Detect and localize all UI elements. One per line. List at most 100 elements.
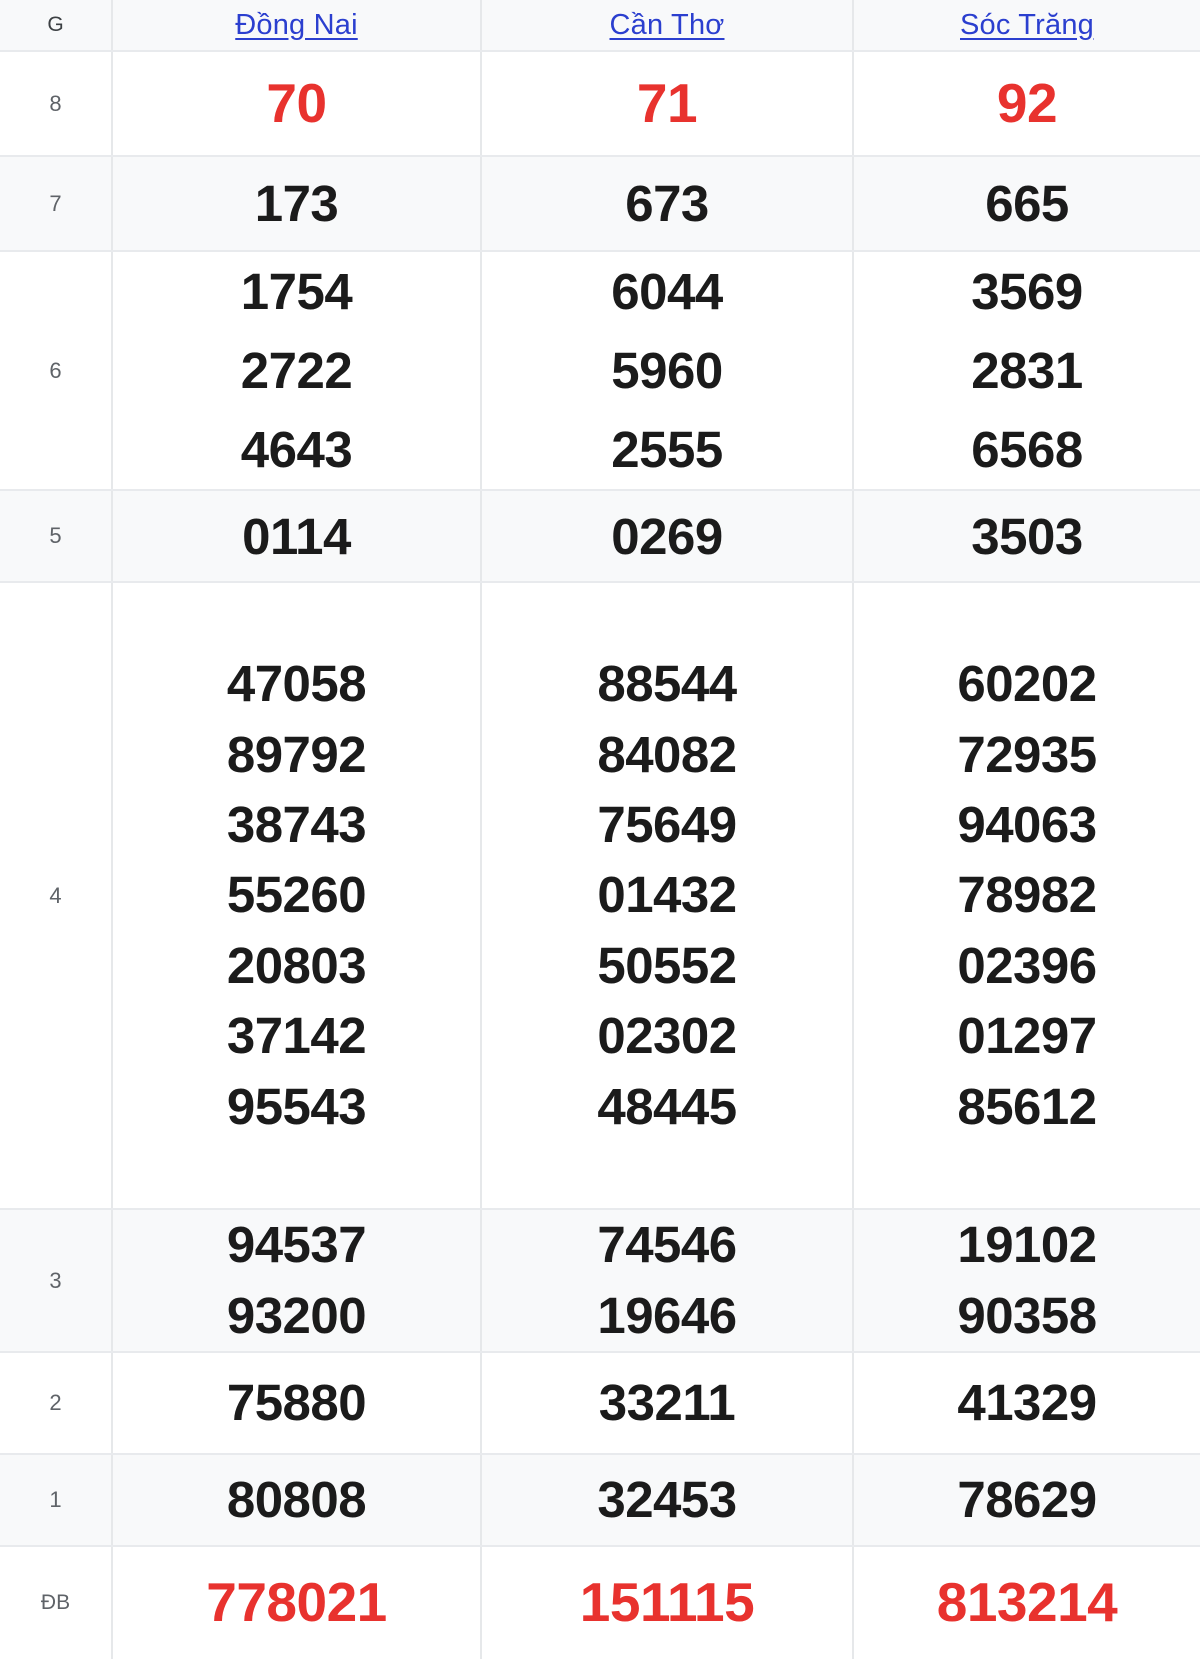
lottery-number: 3503 (971, 507, 1083, 565)
lottery-number: 47058 (226, 655, 367, 713)
result-cell: 88544 84082 75649 01432 50552 02302 48445 (481, 582, 854, 1211)
number-stack: 41329 (854, 1376, 1200, 1429)
number-stack: 151115 (482, 1574, 852, 1631)
result-cell: 74546 19646 (481, 1209, 854, 1353)
number-stack: 75880 (113, 1376, 480, 1429)
prize-label-ĐB: ĐB (0, 1545, 113, 1659)
province-link-soc-trang[interactable]: Sóc Trăng (960, 9, 1094, 42)
lottery-number: 5960 (611, 342, 723, 400)
result-cell: 92 (853, 51, 1200, 157)
result-cell: 94537 93200 (112, 1209, 482, 1353)
table-body: 8 70 71 92 7 173 673 665 6 1754 2722 4643 6044 5960 25… (0, 51, 1200, 1659)
lottery-number: 41329 (957, 1374, 1097, 1432)
prize-column-header: G (0, 0, 113, 52)
result-cell: 665 (853, 156, 1200, 252)
table-row: 6 1754 2722 4643 6044 5960 2555 3569 2831 6568 (0, 251, 1200, 492)
lottery-number: 55260 (226, 866, 367, 924)
lottery-number: 6568 (971, 421, 1083, 479)
result-cell: 813214 (853, 1546, 1200, 1659)
number-stack: 70 (113, 71, 480, 134)
province-link-can-tho[interactable]: Cần Thơ (610, 9, 725, 42)
lottery-number: 78982 (957, 866, 1097, 924)
result-cell: 41329 (853, 1351, 1200, 1455)
table-row: ĐB 778021 151115 813214 (0, 1545, 1200, 1659)
lottery-number: 151115 (579, 1571, 755, 1634)
lottery-number: 33211 (598, 1374, 736, 1432)
prize-label-7: 7 (0, 156, 113, 252)
lottery-number: 02302 (597, 1007, 737, 1065)
table-row: 3 94537 93200 74546 19646 19102 90358 (0, 1209, 1200, 1353)
lottery-number: 0114 (242, 507, 351, 565)
number-stack: 94537 93200 (113, 1210, 480, 1351)
lottery-number: 89792 (226, 725, 367, 783)
result-cell: 673 (481, 156, 854, 252)
result-cell: 71 (481, 51, 854, 157)
result-cell: 3503 (853, 490, 1200, 584)
result-cell: 32453 (481, 1453, 854, 1547)
lottery-number: 813214 (936, 1571, 1118, 1634)
result-cell: 19102 90358 (853, 1209, 1200, 1353)
province-header-2: Sóc Trăng (853, 0, 1200, 52)
number-stack: 1754 2722 4643 (113, 252, 480, 489)
lottery-number: 19102 (957, 1216, 1097, 1274)
number-stack: 47058 89792 38743 55260 20803 37142 95543 (113, 649, 480, 1142)
lottery-number: 71 (636, 71, 698, 134)
number-stack: 173 (113, 177, 480, 230)
lottery-number: 3569 (971, 263, 1083, 320)
number-stack: 6044 5960 2555 (482, 252, 852, 489)
lottery-number: 02396 (957, 936, 1097, 994)
prize-label-1: 1 (0, 1453, 113, 1547)
lottery-number: 90358 (957, 1286, 1097, 1344)
prize-label-8: 8 (0, 51, 113, 157)
result-cell: 3569 2831 6568 (853, 251, 1200, 492)
province-header-0: Đồng Nai (112, 0, 482, 52)
table-row: 7 173 673 665 (0, 156, 1200, 252)
lottery-number: 01297 (957, 1007, 1097, 1065)
table-row: 1 80808 32453 78629 (0, 1453, 1200, 1547)
result-cell: 1754 2722 4643 (112, 251, 482, 492)
result-cell: 173 (112, 156, 482, 252)
lottery-number: 37142 (226, 1007, 367, 1065)
number-stack: 60202 72935 94063 78982 02396 01297 85612 (854, 649, 1200, 1142)
lottery-number: 70 (266, 71, 327, 134)
lottery-number: 0269 (611, 507, 723, 565)
number-stack: 3569 2831 6568 (854, 252, 1200, 489)
lottery-number: 173 (254, 174, 339, 232)
prize-label-3: 3 (0, 1209, 113, 1353)
number-stack: 778021 (113, 1574, 480, 1631)
lottery-number: 74546 (597, 1216, 737, 1274)
result-cell: 151115 (481, 1545, 854, 1659)
number-stack: 92 (854, 74, 1200, 132)
lottery-number: 4643 (240, 421, 353, 479)
number-stack: 0114 (113, 510, 480, 563)
lottery-number: 60202 (957, 655, 1097, 713)
lottery-number: 2831 (971, 342, 1083, 400)
result-cell: 0269 (481, 490, 854, 584)
lottery-number: 84082 (597, 725, 737, 783)
province-link-dong-nai[interactable]: Đồng Nai (235, 9, 358, 42)
table-row: 2 75880 33211 41329 (0, 1351, 1200, 1455)
prize-label-5: 5 (0, 490, 113, 584)
lottery-number: 85612 (957, 1077, 1097, 1135)
result-cell: 70 (112, 51, 482, 157)
number-stack: 71 (482, 71, 852, 134)
lottery-number: 94063 (957, 796, 1097, 854)
lottery-number: 48445 (597, 1077, 737, 1135)
number-stack: 88544 84082 75649 01432 50552 02302 48445 (482, 649, 852, 1142)
number-stack: 3503 (854, 510, 1200, 563)
result-cell: 6044 5960 2555 (481, 251, 854, 492)
lottery-number: 78629 (957, 1471, 1097, 1529)
number-stack: 673 (482, 177, 852, 230)
table-row: 4 47058 89792 38743 55260 20803 37142 95543 8854… (0, 582, 1200, 1211)
lottery-number: 38743 (226, 796, 367, 854)
number-stack: 665 (854, 177, 1200, 230)
number-stack: 78629 (854, 1473, 1200, 1526)
lottery-number: 01432 (597, 866, 737, 924)
result-cell: 33211 (481, 1351, 854, 1455)
number-stack: 813214 (854, 1574, 1200, 1631)
result-cell: 0114 (112, 490, 482, 584)
province-header-1: Cần Thơ (481, 0, 854, 52)
lottery-number: 93200 (226, 1286, 367, 1344)
result-cell: 78629 (853, 1453, 1200, 1547)
lottery-number: 2722 (240, 342, 353, 400)
